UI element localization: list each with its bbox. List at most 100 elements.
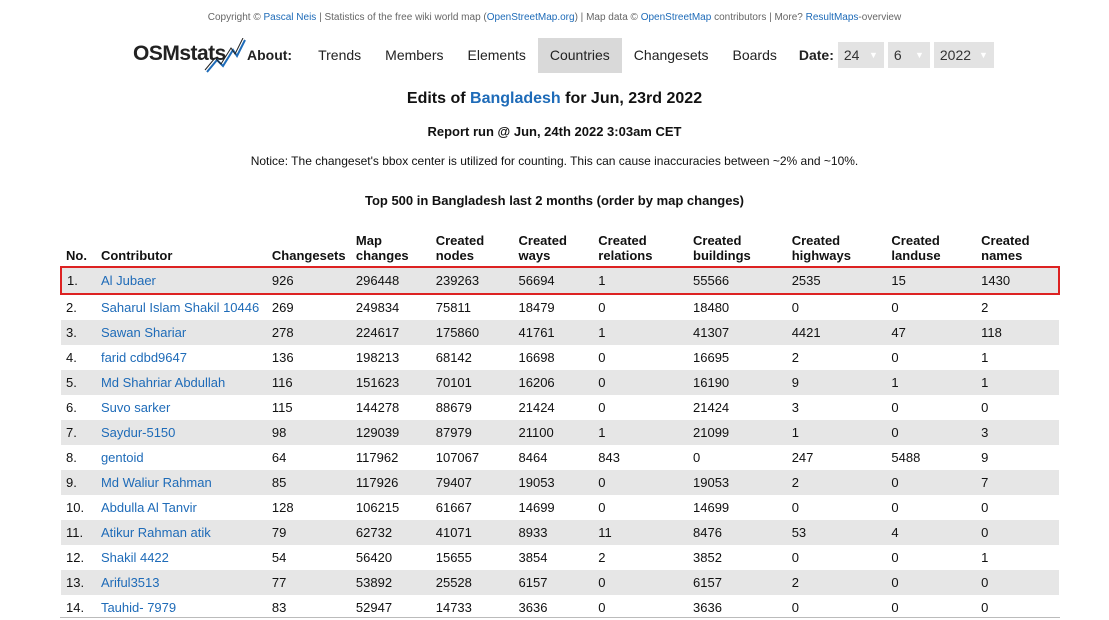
cell-col-created-highways: 3	[791, 400, 799, 415]
cell-col-map-changes: 117926	[350, 470, 431, 495]
cell-col-created-relations: 1	[593, 320, 688, 345]
copyright-prefix: Copyright ©	[207, 12, 264, 23]
cell-col-created-buildings: 21424	[693, 400, 730, 415]
cell-col-no: 3.	[61, 320, 96, 345]
table-row: 12. Shakil 4422 54 56420 15655 3854 2 3852 0 0 1	[61, 545, 1059, 570]
cell-col-created-nodes: 61667	[435, 500, 472, 515]
cell-col-created-nodes: 239263	[430, 266, 514, 295]
chevron-down-icon: ▼	[868, 50, 878, 60]
day-select[interactable]: 24 ▼	[837, 42, 884, 68]
cell-col-created-highways: 2535	[786, 266, 887, 295]
cell-col-changesets: 926	[266, 266, 351, 295]
cell-col-created-landuse: 0	[891, 550, 899, 565]
cell-col-created-names: 2	[981, 300, 989, 315]
header-bar: OSMstats About: Trends Members Elements …	[133, 37, 998, 73]
cell-col-created-nodes: 70101	[430, 370, 514, 395]
cell-col-created-relations: 843	[598, 450, 620, 465]
table-row: 8. gentoid 64 117962 107067 8464 843 0 247 5488 9	[61, 445, 1059, 470]
cell-col-created-landuse: 0	[891, 300, 899, 315]
year-select[interactable]: 2022 ▼	[933, 42, 994, 68]
resultmaps-link[interactable]: ResultMaps	[806, 12, 859, 23]
cell-col-created-relations: 1	[593, 420, 688, 445]
cell-col-changesets: 79	[266, 520, 351, 545]
contributor-link[interactable]: farid cdbd9647	[96, 345, 267, 370]
cell-col-created-highways: 2	[786, 570, 887, 595]
contributors-table: No. Contributor Changesets Map changes Create…	[60, 230, 1060, 620]
cell-col-created-names: 7	[976, 470, 1059, 495]
table-row: 7. Saydur-5150 98 129039 87979 21100 1 21099 1 0 3	[61, 420, 1059, 445]
page-title: Edits of Bangladesh for Jun, 23rd 2022	[0, 90, 1109, 108]
contributor-link[interactable]: Md Waliur Rahman	[95, 470, 267, 495]
cell-col-no: 2.	[66, 300, 77, 315]
cell-col-created-relations: 0	[598, 400, 606, 415]
cell-col-no: 7.	[61, 420, 96, 445]
osm-link[interactable]: OpenStreetMap	[641, 12, 712, 23]
nav-countries[interactable]: Countries	[537, 37, 622, 73]
header-col-created-nodes: Created nodes	[435, 233, 485, 263]
cell-col-no: 6.	[66, 400, 77, 415]
header-col-created-names: Created names	[981, 233, 1030, 263]
contributor-link[interactable]: Shakil 4422	[96, 545, 267, 570]
header-col-created-landuse: Created landuse	[891, 233, 941, 263]
country-link[interactable]: Bangladesh	[470, 90, 561, 107]
cell-col-created-names: 1	[976, 370, 1059, 395]
cell-col-no: 11.	[61, 520, 96, 545]
cell-col-created-landuse: 5488	[891, 450, 921, 465]
cell-col-created-landuse: 0	[886, 420, 977, 445]
osm-org-link[interactable]: OpenStreetMap.org	[487, 12, 575, 23]
contributor-link[interactable]: Atikur Rahman atik	[95, 520, 267, 545]
cell-col-created-highways: 2	[786, 470, 887, 495]
cell-col-created-buildings: 8476	[688, 520, 787, 545]
contributor-link[interactable]: Abdulla Al Tanvir	[96, 495, 267, 520]
nav-elements[interactable]: Elements	[456, 38, 538, 73]
notice-text: Notice: The changeset's bbox center is u…	[250, 154, 859, 168]
about-label[interactable]: About:	[247, 47, 292, 63]
cell-col-created-ways: 21100	[513, 420, 594, 445]
cell-col-created-ways: 18479	[518, 300, 555, 315]
cell-col-created-ways: 8933	[513, 520, 594, 545]
month-select[interactable]: 6 ▼	[887, 42, 930, 68]
contributor-link[interactable]: Suvo sarker	[96, 395, 267, 420]
title-prefix: Edits of	[406, 90, 471, 107]
chevron-down-icon: ▼	[914, 50, 924, 60]
cell-col-created-nodes: 15655	[435, 550, 472, 565]
contributor-link[interactable]: Saydur-5150	[95, 420, 267, 445]
year-value: 2022	[939, 47, 972, 63]
cell-col-created-highways: 53	[786, 520, 887, 545]
osmstats-logo[interactable]: OSMstats	[133, 38, 246, 73]
contributor-link[interactable]: Ariful3513	[95, 570, 267, 595]
cell-col-no: 9.	[61, 470, 96, 495]
copyright-text-2: ) | Map data ©	[574, 12, 641, 23]
contributor-link[interactable]: Saharul Islam Shakil 10446	[96, 294, 267, 320]
cell-col-created-names: 0	[981, 400, 989, 415]
cell-col-map-changes: 129039	[350, 420, 431, 445]
copyright-text-1: | Statistics of the free wiki world map …	[316, 12, 487, 23]
cell-col-created-landuse: 1	[886, 370, 977, 395]
cell-col-created-highways: 0	[791, 300, 799, 315]
nav-trends[interactable]: Trends	[306, 38, 373, 73]
cell-col-created-landuse: 0	[886, 570, 977, 595]
cell-col-no: 1.	[60, 266, 96, 295]
cell-col-changesets: 64	[271, 450, 287, 465]
cell-col-created-names: 3	[976, 420, 1059, 445]
cell-col-created-nodes: 88679	[435, 400, 472, 415]
contributor-link[interactable]: Al Jubaer	[95, 266, 267, 295]
header-col-contributor: Contributor	[100, 248, 173, 263]
cell-col-created-landuse: 4	[886, 520, 977, 545]
author-link[interactable]: Pascal Neis	[264, 12, 317, 23]
cell-col-created-buildings: 18480	[693, 300, 730, 315]
nav-boards[interactable]: Boards	[721, 38, 789, 73]
table-subtitle: Top 500 in Bangladesh last 2 months (ord…	[364, 193, 744, 208]
nav-members[interactable]: Members	[373, 38, 455, 73]
nav-changesets[interactable]: Changesets	[622, 38, 721, 73]
cell-col-created-names: 9	[981, 450, 989, 465]
copyright-suffix: -overview	[858, 12, 902, 23]
contributor-link[interactable]: Sawan Shariar	[95, 320, 267, 345]
cell-col-created-nodes: 107067	[435, 450, 480, 465]
cell-col-created-buildings: 41307	[688, 320, 787, 345]
title-suffix: for Jun, 23rd 2022	[560, 90, 703, 107]
cell-col-changesets: 269	[271, 300, 294, 315]
contributor-link[interactable]: Md Shahriar Abdullah	[95, 370, 267, 395]
contributor-link[interactable]: gentoid	[96, 445, 267, 470]
cell-col-no: 12.	[66, 550, 85, 565]
